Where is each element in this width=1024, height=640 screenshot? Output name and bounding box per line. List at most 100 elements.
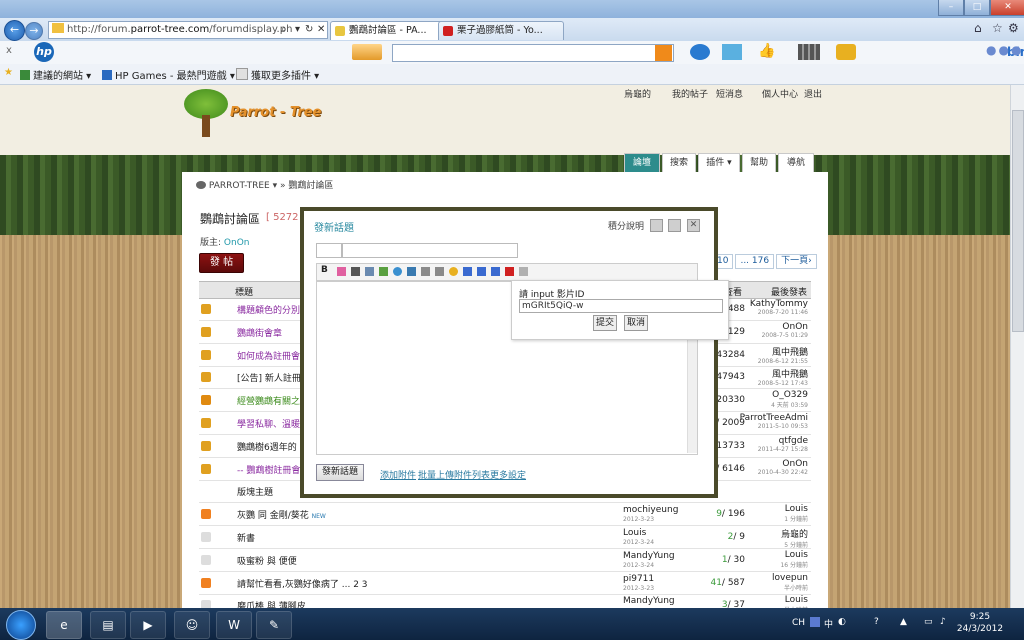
breadcrumb-root[interactable]: PARROT-TREE (209, 181, 270, 191)
user-center-link[interactable]: 個人中心 (762, 87, 798, 100)
popup-submit-button[interactable]: 提交 (593, 315, 617, 331)
more-options-icon[interactable]: ●●● (986, 43, 1023, 57)
points-help-link[interactable]: 積分說明 (608, 219, 644, 232)
ime-mode-icon[interactable]: ◐ (838, 617, 846, 627)
url-input[interactable]: http://forum.parrot-tree.com/forumdispla… (48, 21, 328, 39)
thread-author[interactable]: mochiyeung (623, 505, 678, 515)
tab-navigation[interactable]: 導航 (778, 153, 814, 172)
keyboard-icon[interactable] (810, 617, 820, 627)
tab-plugins[interactable]: 插件 ▾ (698, 153, 740, 172)
last-poster-link[interactable]: ParrotTreeAdmi (740, 413, 808, 423)
col-title[interactable]: 標題 (235, 285, 253, 298)
align-icon[interactable] (351, 267, 360, 276)
network-icon[interactable]: ▭ (924, 617, 933, 627)
tray-expand-icon[interactable]: ▲ (900, 617, 907, 627)
new-post-button[interactable]: 發 帖 (199, 253, 244, 273)
ime-indicator[interactable]: 中 (824, 617, 833, 630)
thread-author[interactable]: MandyYung (623, 551, 675, 561)
link-icon[interactable] (365, 267, 374, 276)
maximize-button[interactable]: □ (964, 0, 990, 16)
film-icon[interactable] (798, 44, 820, 60)
post-topic-button[interactable]: 發新話題 (316, 464, 364, 481)
toolbar-tag-icon[interactable] (722, 44, 742, 60)
last-poster-link[interactable]: 風中飛鵝 (772, 370, 808, 380)
font-size-icon[interactable] (477, 267, 486, 276)
media-player-icon[interactable]: ▶ (130, 611, 166, 639)
paint-taskbar-icon[interactable]: ✎ (256, 611, 292, 639)
subject-input[interactable] (342, 243, 518, 258)
home-icon[interactable]: ⌂ (974, 21, 982, 35)
bing-search-input[interactable]: bing (392, 44, 1024, 62)
tab-help[interactable]: 幫助 (742, 153, 776, 172)
maximize-icon[interactable] (668, 219, 681, 232)
last-poster-link[interactable]: qtfgde (779, 436, 808, 446)
toolbar-star-icon[interactable] (836, 44, 856, 60)
dialog-close-icon[interactable]: ✕ (687, 219, 700, 232)
thread-subject-link[interactable]: 新書 (237, 531, 657, 544)
qq-taskbar-icon[interactable]: ☺ (174, 611, 210, 639)
tab-forum-nav[interactable]: 論壇 (624, 153, 660, 172)
thread-type-select[interactable] (316, 243, 342, 258)
color-icon[interactable] (337, 267, 346, 276)
video-id-input[interactable]: mGRIt5QiQ-w (519, 299, 723, 313)
thread-subject-link[interactable]: 吸蜜粉 與 便便 (237, 554, 657, 567)
tab-forum[interactable]: 鸚鵡討論區 - PA... x (330, 21, 454, 40)
toolbar-mail-icon[interactable] (352, 44, 382, 60)
table-row[interactable]: 灰鸚 同 金剛/葵花 NEW mochiyeung 2012-3-23 9/ 196 L… (199, 503, 811, 527)
thread-author[interactable]: Louis (623, 528, 646, 538)
quote-icon[interactable] (393, 267, 402, 276)
table-row[interactable]: 新書 Louis 2012-3-24 2/ 9 烏龜的 5 分鐘前 (199, 526, 811, 549)
close-toolbar-icon[interactable]: x (6, 45, 12, 56)
smiley-icon[interactable] (449, 267, 458, 276)
tools-gear-icon[interactable]: ⚙ (1008, 21, 1019, 35)
last-poster-link[interactable]: Louis (785, 504, 808, 514)
favorites-star-icon[interactable]: ★ (4, 67, 13, 78)
refresh-icon[interactable]: ↻ (305, 22, 313, 38)
logout-link[interactable]: 退出 (804, 87, 822, 100)
font-icon[interactable] (463, 267, 472, 276)
batch-upload-link[interactable]: 批量上傳 (418, 468, 454, 481)
last-poster-link[interactable]: 烏龜的 (781, 530, 808, 540)
table-row[interactable]: 吸蜜粉 與 便便 MandyYung 2012-3-24 1/ 30 Louis 16 分… (199, 549, 811, 572)
tab-search[interactable]: 搜索 (662, 153, 696, 172)
thread-subject-link[interactable]: 灰鸚 同 金剛/葵花 NEW (237, 508, 657, 521)
help-icon[interactable]: ? (874, 617, 879, 627)
font-family-icon[interactable] (491, 267, 500, 276)
restore-icon[interactable] (650, 219, 663, 232)
dropdown-icon[interactable]: ▾ (295, 22, 300, 38)
last-poster-link[interactable]: O_O329 (772, 390, 808, 400)
image-icon[interactable] (379, 267, 388, 276)
back-button[interactable]: ← (4, 20, 25, 41)
stop-icon[interactable]: ✕ (317, 22, 325, 38)
thread-subject-link[interactable]: 請幫忙看看,灰鸚好像病了 ... 2 3 (237, 577, 657, 590)
language-indicator[interactable]: CH (792, 618, 805, 628)
last-poster-link[interactable]: OnOn (782, 322, 808, 332)
next-page-link[interactable]: 下一頁› (776, 254, 817, 269)
volume-icon[interactable]: ♪ (940, 617, 946, 627)
code-icon[interactable] (407, 267, 416, 276)
word-taskbar-icon[interactable]: W (216, 611, 252, 639)
thread-pages[interactable]: ... 2 3 (342, 580, 368, 590)
forward-button[interactable]: → (25, 22, 43, 40)
close-button[interactable]: ✕ (990, 0, 1024, 16)
last-poster-link[interactable]: Louis (785, 595, 808, 605)
ie-taskbar-icon[interactable]: e (46, 611, 82, 639)
taskbar-clock[interactable]: 9:25 24/3/2012 (955, 611, 1005, 635)
bing-search-button[interactable] (655, 45, 672, 61)
bold-icon[interactable]: B (321, 265, 330, 275)
more-settings-link[interactable]: 更多設定 (490, 468, 526, 481)
suggested-sites-link[interactable]: 建議的網站 ▾ (20, 67, 91, 82)
last-poster-link[interactable]: OnOn (782, 459, 808, 469)
search-icon[interactable]: ⌕ (281, 22, 287, 38)
col-last-post[interactable]: 最後發表 (771, 285, 807, 298)
get-addons-link[interactable]: 獲取更多插件 ▾ (236, 67, 319, 82)
last-poster-link[interactable]: lovepun (772, 573, 808, 583)
last-poster-link[interactable]: KathyTommy (750, 299, 808, 309)
site-logo[interactable]: Parrot - Tree (180, 85, 330, 141)
add-attachment-link[interactable]: 添加附件 (380, 468, 416, 481)
youtube-embed-icon[interactable] (505, 267, 514, 276)
page-scrollbar-thumb[interactable] (1012, 110, 1024, 332)
favorites-star-icon[interactable]: ☆ (992, 21, 1003, 35)
table-row[interactable]: 請幫忙看看,灰鸚好像病了 ... 2 3 pi9711 2012-3-23 41/ 5… (199, 572, 811, 595)
user-name-link[interactable]: 烏龜的 (624, 87, 651, 100)
